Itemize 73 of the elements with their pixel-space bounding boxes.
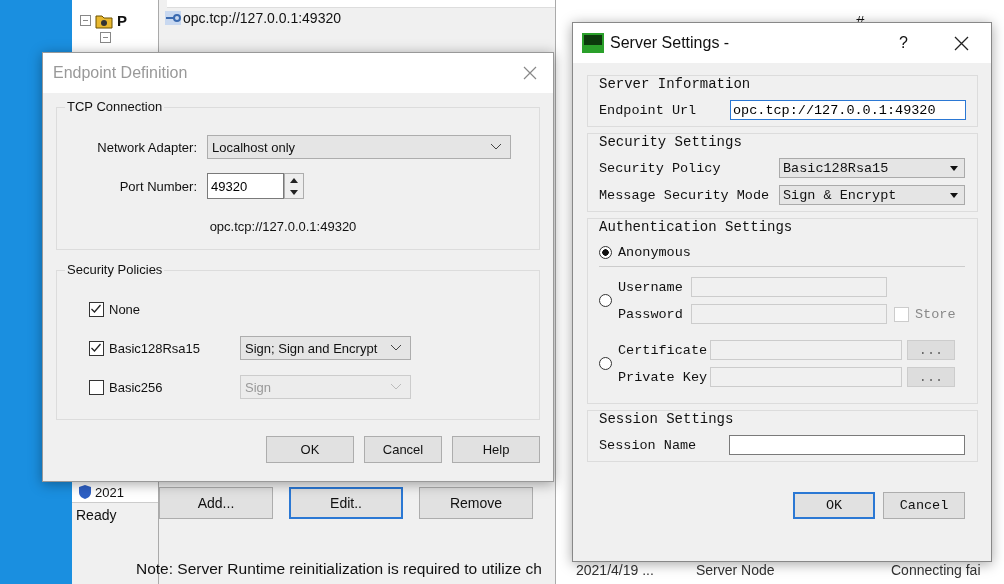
collapse-icon[interactable] (100, 32, 111, 43)
private-key-field[interactable] (710, 367, 902, 387)
checkbox-label: Store (915, 306, 956, 322)
log-cell: Connecting fai (891, 562, 981, 578)
session-name-field[interactable] (729, 435, 965, 455)
group-title: Server Information (599, 76, 751, 92)
log-item[interactable]: 2021 (95, 484, 124, 500)
checkbox-label: Basic128Rsa15 (109, 340, 201, 356)
url-field[interactable]: opc.tcp://127.0.0.1:49320 (730, 100, 966, 120)
dropdown[interactable]: Sign & Encrypt (779, 185, 965, 205)
password-field[interactable] (691, 304, 887, 324)
window-title: Server Settings - (610, 34, 731, 52)
folder-icon (95, 12, 113, 29)
group-title: Authentication Settings (599, 219, 793, 235)
field-label: Password (618, 306, 684, 322)
checkbox[interactable] (89, 340, 104, 356)
chevron-icon (390, 344, 402, 352)
browse-button[interactable]: ... (907, 367, 955, 387)
spinner[interactable] (284, 173, 304, 199)
dialog-button[interactable]: OK (266, 436, 354, 463)
help-button[interactable]: ? (899, 34, 908, 52)
group-title: Security Policies (65, 262, 165, 277)
log-cell-text: 2021/4/19 ... (576, 562, 655, 578)
field-label: Private Key (618, 369, 709, 385)
radio-button[interactable] (599, 246, 612, 259)
tree-item[interactable]: P (117, 12, 127, 29)
field-label: Certificate (618, 342, 709, 358)
field-label: Network Adapter: (96, 139, 197, 155)
endpoint-item[interactable]: opc.tcp://127.0.0.1:49320 (183, 10, 341, 26)
note-text: Note: Server Runtime reinitialization is required to utilize ch (136, 560, 542, 578)
close-icon[interactable] (954, 35, 969, 51)
browse-button[interactable]: ... (907, 340, 955, 360)
radio-button[interactable] (599, 294, 612, 307)
radio-label: Anonymous (618, 245, 691, 260)
dialog-button[interactable]: Edit.. (289, 487, 403, 519)
endpoint-icon (165, 11, 181, 25)
log-cell-text: Server Node (696, 562, 776, 578)
field-label: Endpoint Url (599, 102, 698, 118)
group-title: Security Settings (599, 134, 742, 150)
status-bar: Ready (72, 502, 158, 526)
dialog-button[interactable]: Cancel (883, 492, 965, 519)
chevron-icon (390, 383, 402, 391)
field-label: Security Policy (599, 160, 722, 176)
checkbox[interactable] (89, 301, 104, 317)
dialog-button[interactable]: OK (793, 492, 875, 519)
chevron-icon (490, 143, 502, 151)
dialog-button[interactable]: Add... (159, 487, 273, 519)
caret-icon (950, 192, 958, 198)
shield-icon (78, 484, 92, 500)
collapse-icon[interactable] (80, 15, 91, 26)
port-field[interactable]: 49320 (207, 173, 284, 199)
field-label: Message Security Mode (599, 187, 771, 203)
dropdown[interactable]: Localhost only (207, 135, 511, 159)
checkbox-label: None (109, 301, 141, 317)
radio-button[interactable] (599, 357, 612, 370)
dropdown[interactable]: Basic128Rsa15 (779, 158, 965, 178)
url-text: opc.tcp://127.0.0.1:49320 (208, 219, 358, 234)
username-field[interactable] (691, 277, 887, 297)
group-title: Session Settings (599, 411, 734, 427)
field-label: Session Name (599, 437, 698, 453)
dropdown[interactable]: Sign; Sign and Encrypt (240, 336, 411, 360)
certificate-field[interactable] (710, 340, 902, 360)
dialog-button[interactable]: Remove (419, 487, 533, 519)
app-icon (582, 33, 604, 53)
field-label: Username (618, 279, 684, 295)
field-label: Port Number: (118, 178, 197, 194)
checkbox-label: Basic256 (109, 379, 163, 395)
caret-icon (950, 165, 958, 171)
dialog-button[interactable]: Cancel (364, 436, 442, 463)
dialog-button[interactable]: Help (452, 436, 540, 463)
group-title: TCP Connection (65, 99, 165, 114)
checkbox[interactable] (89, 379, 104, 395)
window-title: Endpoint Definition (53, 64, 188, 82)
